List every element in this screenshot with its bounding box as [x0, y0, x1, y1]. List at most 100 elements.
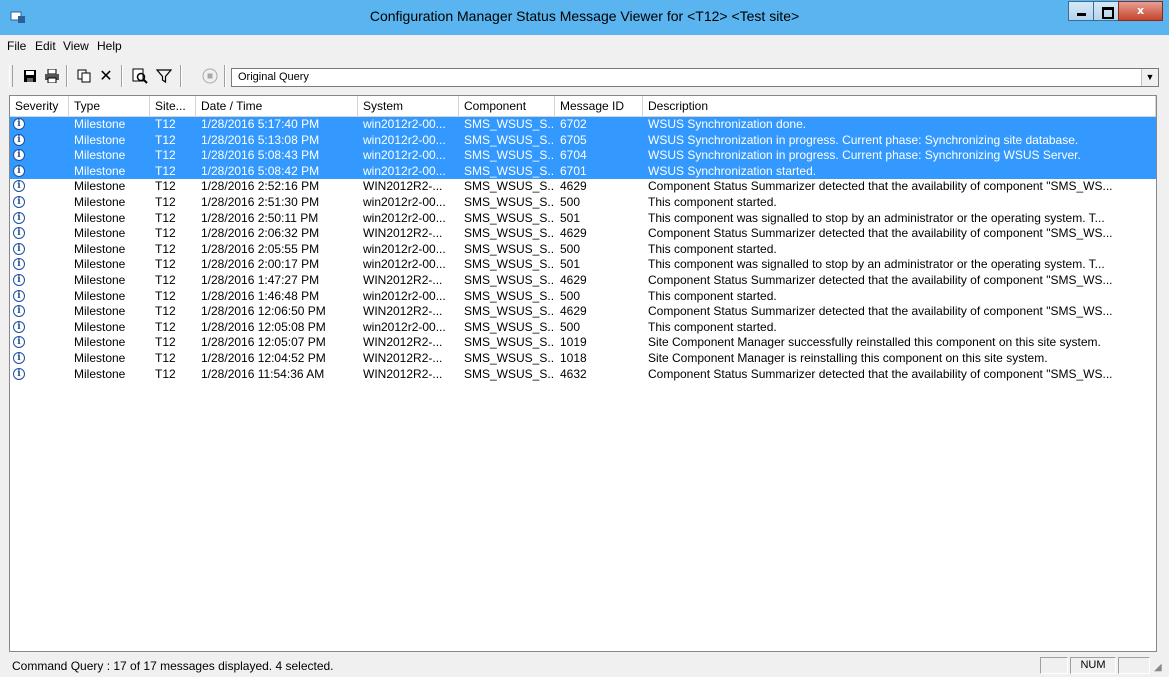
- menu-view[interactable]: View: [63, 39, 89, 53]
- close-button[interactable]: x: [1118, 1, 1163, 21]
- find-icon[interactable]: [130, 66, 150, 86]
- cell-site: T12: [155, 148, 176, 163]
- table-row[interactable]: i Milestone T12 1/28/2016 2:00:17 PM win2012…: [10, 257, 1156, 273]
- cell-datetime: 1/28/2016 2:50:11 PM: [201, 210, 319, 225]
- info-icon: i: [13, 227, 25, 240]
- menu-edit[interactable]: Edit: [35, 39, 56, 53]
- table-row[interactable]: i Milestone T12 1/28/2016 12:05:07 PM WIN201…: [10, 335, 1156, 351]
- cell-system: WIN2012R2-...: [363, 272, 443, 287]
- toolbar-grip[interactable]: [9, 65, 13, 87]
- cell-component: SMS_WSUS_S...: [464, 117, 555, 131]
- filter-icon[interactable]: [154, 66, 174, 86]
- info-icon: i: [13, 242, 25, 255]
- cell-type: Milestone: [74, 350, 126, 365]
- info-icon: i: [13, 195, 25, 208]
- cell-description: Component Status Summarizer detected tha…: [648, 366, 1113, 381]
- cell-message-id: 4629: [560, 272, 587, 287]
- info-icon: i: [13, 258, 25, 271]
- minimize-button[interactable]: [1068, 1, 1094, 21]
- cell-description: Site Component Manager successfully rein…: [648, 335, 1101, 350]
- cell-component: SMS_WSUS_S...: [464, 210, 555, 225]
- cell-site: T12: [155, 117, 176, 131]
- cell-message-id: 1018: [560, 350, 587, 365]
- column-header-severity[interactable]: Severity: [10, 96, 69, 116]
- column-header-datetime[interactable]: Date / Time: [196, 96, 358, 116]
- maximize-icon: [1102, 7, 1114, 19]
- cell-description: Component Status Summarizer detected tha…: [648, 304, 1113, 319]
- cell-site: T12: [155, 132, 176, 147]
- cell-message-id: 500: [560, 241, 581, 256]
- cell-description: Component Status Summarizer detected tha…: [648, 272, 1113, 287]
- cell-datetime: 1/28/2016 5:17:40 PM: [201, 117, 320, 131]
- column-header-message-id[interactable]: Message ID: [555, 96, 643, 116]
- cell-site: T12: [155, 366, 176, 381]
- cell-type: Milestone: [74, 257, 126, 272]
- table-row[interactable]: i Milestone T12 1/28/2016 12:06:50 PM WIN201…: [10, 304, 1156, 320]
- cell-datetime: 1/28/2016 5:08:42 PM: [201, 163, 320, 178]
- cell-component: SMS_WSUS_S...: [464, 288, 555, 303]
- cell-datetime: 1/28/2016 1:46:48 PM: [201, 288, 320, 303]
- table-row[interactable]: i Milestone T12 1/28/2016 12:04:52 PM WIN201…: [10, 351, 1156, 367]
- table-row[interactable]: i Milestone T12 1/28/2016 11:54:36 AM WIN201…: [10, 367, 1156, 383]
- column-header-type[interactable]: Type: [69, 96, 150, 116]
- cell-datetime: 1/28/2016 2:51:30 PM: [201, 194, 320, 209]
- cell-type: Milestone: [74, 272, 126, 287]
- maximize-button[interactable]: [1093, 1, 1119, 21]
- cell-component: SMS_WSUS_S...: [464, 366, 555, 381]
- table-row[interactable]: i Milestone T12 1/28/2016 2:51:30 PM win2012…: [10, 195, 1156, 211]
- minimize-icon: [1077, 13, 1086, 16]
- save-icon[interactable]: [20, 66, 40, 86]
- cell-system: WIN2012R2-...: [363, 304, 443, 319]
- toolbar-separator: [224, 65, 226, 87]
- cell-type: Milestone: [74, 132, 126, 147]
- list-header: Severity Type Site... Date / Time System…: [10, 96, 1156, 117]
- table-row[interactable]: i Milestone T12 1/28/2016 12:05:08 PM win201…: [10, 320, 1156, 336]
- table-row[interactable]: i Milestone T12 1/28/2016 5:08:43 PM win2012…: [10, 148, 1156, 164]
- table-row[interactable]: i Milestone T12 1/28/2016 2:52:16 PM WIN2012…: [10, 179, 1156, 195]
- table-row[interactable]: i Milestone T12 1/28/2016 1:47:27 PM WIN2012…: [10, 273, 1156, 289]
- column-header-site[interactable]: Site...: [150, 96, 196, 116]
- cell-description: This component started.: [648, 194, 777, 209]
- cell-system: WIN2012R2-...: [363, 335, 443, 350]
- resize-grip-icon[interactable]: ◢: [1154, 662, 1166, 674]
- cell-type: Milestone: [74, 226, 126, 241]
- status-message: Command Query : 17 of 17 messages displa…: [12, 659, 334, 673]
- cell-type: Milestone: [74, 304, 126, 319]
- query-select[interactable]: Original Query ▼: [231, 68, 1159, 87]
- menu-file[interactable]: File: [7, 39, 26, 53]
- cell-type: Milestone: [74, 179, 126, 194]
- print-icon[interactable]: [42, 66, 62, 86]
- title-bar[interactable]: Configuration Manager Status Message Vie…: [0, 0, 1169, 35]
- cell-system: win2012r2-00...: [363, 319, 446, 334]
- table-row[interactable]: i Milestone T12 1/28/2016 1:46:48 PM win2012…: [10, 289, 1156, 305]
- info-icon: i: [13, 211, 25, 224]
- chevron-down-icon[interactable]: ▼: [1141, 69, 1158, 86]
- toolbar-separator: [66, 65, 68, 87]
- table-row[interactable]: i Milestone T12 1/28/2016 5:13:08 PM win2012…: [10, 132, 1156, 149]
- table-row[interactable]: i Milestone T12 1/28/2016 5:08:42 PM win2012…: [10, 163, 1156, 180]
- cell-system: win2012r2-00...: [363, 257, 446, 272]
- cell-message-id: 501: [560, 210, 581, 225]
- delete-icon[interactable]: ✕: [96, 66, 116, 86]
- copy-icon[interactable]: [74, 66, 94, 86]
- cell-type: Milestone: [74, 148, 126, 163]
- column-header-description[interactable]: Description: [643, 96, 1156, 116]
- table-row[interactable]: i Milestone T12 1/28/2016 2:06:32 PM WIN2012…: [10, 226, 1156, 242]
- column-header-component[interactable]: Component: [459, 96, 555, 116]
- table-row[interactable]: i Milestone T12 1/28/2016 5:17:40 PM win2012…: [10, 117, 1156, 133]
- cell-type: Milestone: [74, 210, 126, 225]
- cell-system: win2012r2-00...: [363, 132, 446, 147]
- menu-help[interactable]: Help: [97, 39, 122, 53]
- cell-component: SMS_WSUS_S...: [464, 257, 555, 272]
- info-icon: i: [13, 149, 25, 162]
- cell-type: Milestone: [74, 163, 126, 178]
- column-header-system[interactable]: System: [358, 96, 459, 116]
- stop-icon[interactable]: [200, 66, 220, 86]
- cell-message-id: 500: [560, 319, 581, 334]
- cell-datetime: 1/28/2016 1:47:27 PM: [201, 272, 320, 287]
- cell-system: win2012r2-00...: [363, 210, 446, 225]
- table-row[interactable]: i Milestone T12 1/28/2016 2:05:55 PM win2012…: [10, 242, 1156, 258]
- message-list[interactable]: Severity Type Site... Date / Time System…: [9, 95, 1157, 652]
- table-row[interactable]: i Milestone T12 1/28/2016 2:50:11 PM win2012…: [10, 211, 1156, 227]
- cell-site: T12: [155, 241, 176, 256]
